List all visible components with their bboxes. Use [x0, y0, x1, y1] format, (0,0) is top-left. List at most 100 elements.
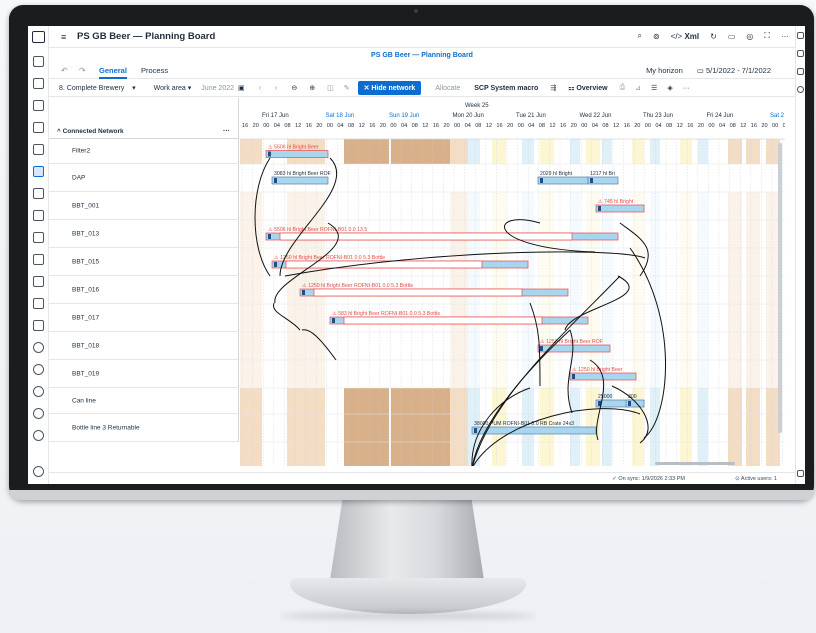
hour-label: 16	[687, 123, 693, 129]
board-icon[interactable]	[33, 122, 44, 133]
horizon-range: 5/1/2022 - 7/1/2022	[705, 66, 771, 75]
search-icon[interactable]: ⌕	[637, 31, 641, 41]
hour-label: 16	[433, 123, 439, 129]
camera-icon[interactable]: ◫	[327, 84, 334, 92]
day-label: Sat 2	[770, 113, 785, 119]
resource-name: BBT_001	[72, 202, 100, 209]
resource-row[interactable]: BBT_013	[49, 220, 239, 248]
order-bar-fill	[537, 176, 589, 185]
resource-row[interactable]: BBT_016	[49, 276, 239, 304]
hour-label: 00	[645, 123, 651, 129]
flask-icon[interactable]	[33, 408, 44, 419]
macro-icon[interactable]: ⇶	[550, 84, 556, 92]
settings-icon[interactable]	[33, 466, 44, 477]
refresh-icon[interactable]: ↻	[710, 32, 717, 41]
fullscreen-icon[interactable]: ⛶	[764, 31, 770, 41]
bar-marker	[274, 262, 277, 267]
external-link-icon[interactable]	[797, 470, 804, 477]
hour-label: 20	[761, 123, 767, 129]
resource-row[interactable]: BBT_017	[49, 304, 239, 332]
planning-board-icon[interactable]	[33, 166, 44, 177]
prev-icon[interactable]: ‹	[259, 85, 261, 92]
monitor-stand-neck	[330, 500, 484, 580]
availability-band	[438, 388, 450, 466]
home-icon[interactable]	[32, 31, 45, 43]
board-icon[interactable]	[33, 254, 44, 265]
horizontal-scrollbar[interactable]	[655, 462, 735, 465]
tree-header-title[interactable]: ^ Connected Network	[57, 128, 124, 135]
help-icon[interactable]: ⊚	[653, 32, 660, 41]
scp-macro-button[interactable]: SCP System macro	[474, 85, 538, 92]
availability-band	[728, 388, 742, 466]
resource-row[interactable]: Filter2	[49, 139, 239, 164]
bar-marker	[540, 346, 543, 351]
board-icon[interactable]	[33, 276, 44, 287]
eraser-icon[interactable]: ◈	[667, 84, 672, 92]
xml-button[interactable]: </> Xml	[671, 32, 699, 41]
help-icon[interactable]	[797, 86, 804, 93]
menu-icon[interactable]: ≡	[61, 32, 69, 42]
tab-process[interactable]: Process	[141, 66, 168, 75]
hour-label: 04	[274, 123, 280, 129]
zoom-out-icon[interactable]: ⊖	[291, 84, 297, 92]
more-icon[interactable]: ···	[223, 128, 230, 135]
undo-icon[interactable]: ↶	[61, 66, 68, 75]
redo-icon[interactable]: ↷	[79, 66, 86, 75]
resource-row[interactable]: BBT_015	[49, 248, 239, 276]
scenario-select[interactable]: 8. Complete Brewery ▾	[59, 84, 136, 92]
board-icon[interactable]	[33, 188, 44, 199]
more-icon[interactable]: ···	[683, 85, 690, 92]
resource-row[interactable]: BBT_018	[49, 332, 239, 360]
flask-icon[interactable]	[33, 342, 44, 353]
date-field[interactable]: June 2022	[201, 85, 234, 92]
overview-button[interactable]: ⚏ Overview	[568, 84, 607, 92]
availability-band	[344, 388, 389, 466]
availability-band	[680, 192, 692, 388]
print-icon[interactable]: ⎙	[620, 84, 626, 92]
list-icon[interactable]: ☰	[651, 84, 657, 92]
flask-icon[interactable]	[33, 364, 44, 375]
next-icon[interactable]: ›	[275, 85, 277, 92]
left-nav-rail	[28, 26, 49, 484]
board-icon[interactable]	[33, 210, 44, 221]
more-icon[interactable]: ···	[781, 32, 789, 41]
inbox-icon[interactable]	[797, 68, 804, 75]
target-icon[interactable]: ◎	[746, 32, 753, 41]
calendar-icon[interactable]: ▣	[238, 84, 245, 92]
resource-row[interactable]: Bottle line 3 Returnable	[49, 414, 239, 442]
board-icon[interactable]	[33, 298, 44, 309]
flask-icon[interactable]	[33, 386, 44, 397]
calendar-icon[interactable]: ▭	[728, 32, 736, 41]
edit-icon[interactable]	[797, 50, 804, 57]
chart-icon[interactable]: ⊿	[635, 84, 641, 92]
order-bar: 1217 hl Bri	[587, 171, 619, 185]
board-icon[interactable]	[33, 100, 44, 111]
pencil-icon[interactable]: ✎	[344, 84, 350, 92]
monitor-shadow	[280, 612, 536, 620]
resource-row[interactable]: BBT_001	[49, 192, 239, 220]
hour-label: 12	[613, 123, 619, 129]
network-icon[interactable]	[33, 78, 44, 89]
work-area-select[interactable]: Work area ▾	[154, 84, 192, 92]
board-icon[interactable]	[33, 144, 44, 155]
resource-row[interactable]: Can line	[49, 388, 239, 414]
flask-icon[interactable]	[33, 430, 44, 441]
resource-row[interactable]: DAP	[49, 164, 239, 192]
order-label: ⚠ 1250 hl Bright Beer ROFNI-B01 0.0 5.3 …	[274, 255, 385, 261]
tab-general[interactable]: General	[99, 66, 127, 79]
box-icon[interactable]	[33, 56, 44, 67]
allocate-button[interactable]: Allocate	[435, 85, 460, 92]
order-label: ⚠ 583 hl Bright Beer ROFNI-B01 0.0 5.3 B…	[332, 311, 440, 317]
board-icon[interactable]	[33, 232, 44, 243]
resource-row[interactable]: BBT_019	[49, 360, 239, 388]
availability-band	[766, 388, 780, 466]
right-side-strip	[795, 26, 805, 484]
panel-icon[interactable]	[797, 32, 804, 39]
book-icon[interactable]	[33, 320, 44, 331]
gantt-chart[interactable]: Week 25 Fri 17 Jun Sat 18 Jun Sun 19 Jun Mon…	[240, 98, 785, 466]
hide-network-button[interactable]: ✕ Hide network	[357, 81, 422, 95]
vertical-scrollbar[interactable]	[778, 143, 782, 433]
horizon-selector[interactable]: My horizon ▭ 5/1/2022 - 7/1/2022	[646, 66, 771, 75]
availability-band	[602, 192, 612, 388]
zoom-in-icon[interactable]: ⊕	[309, 84, 315, 92]
